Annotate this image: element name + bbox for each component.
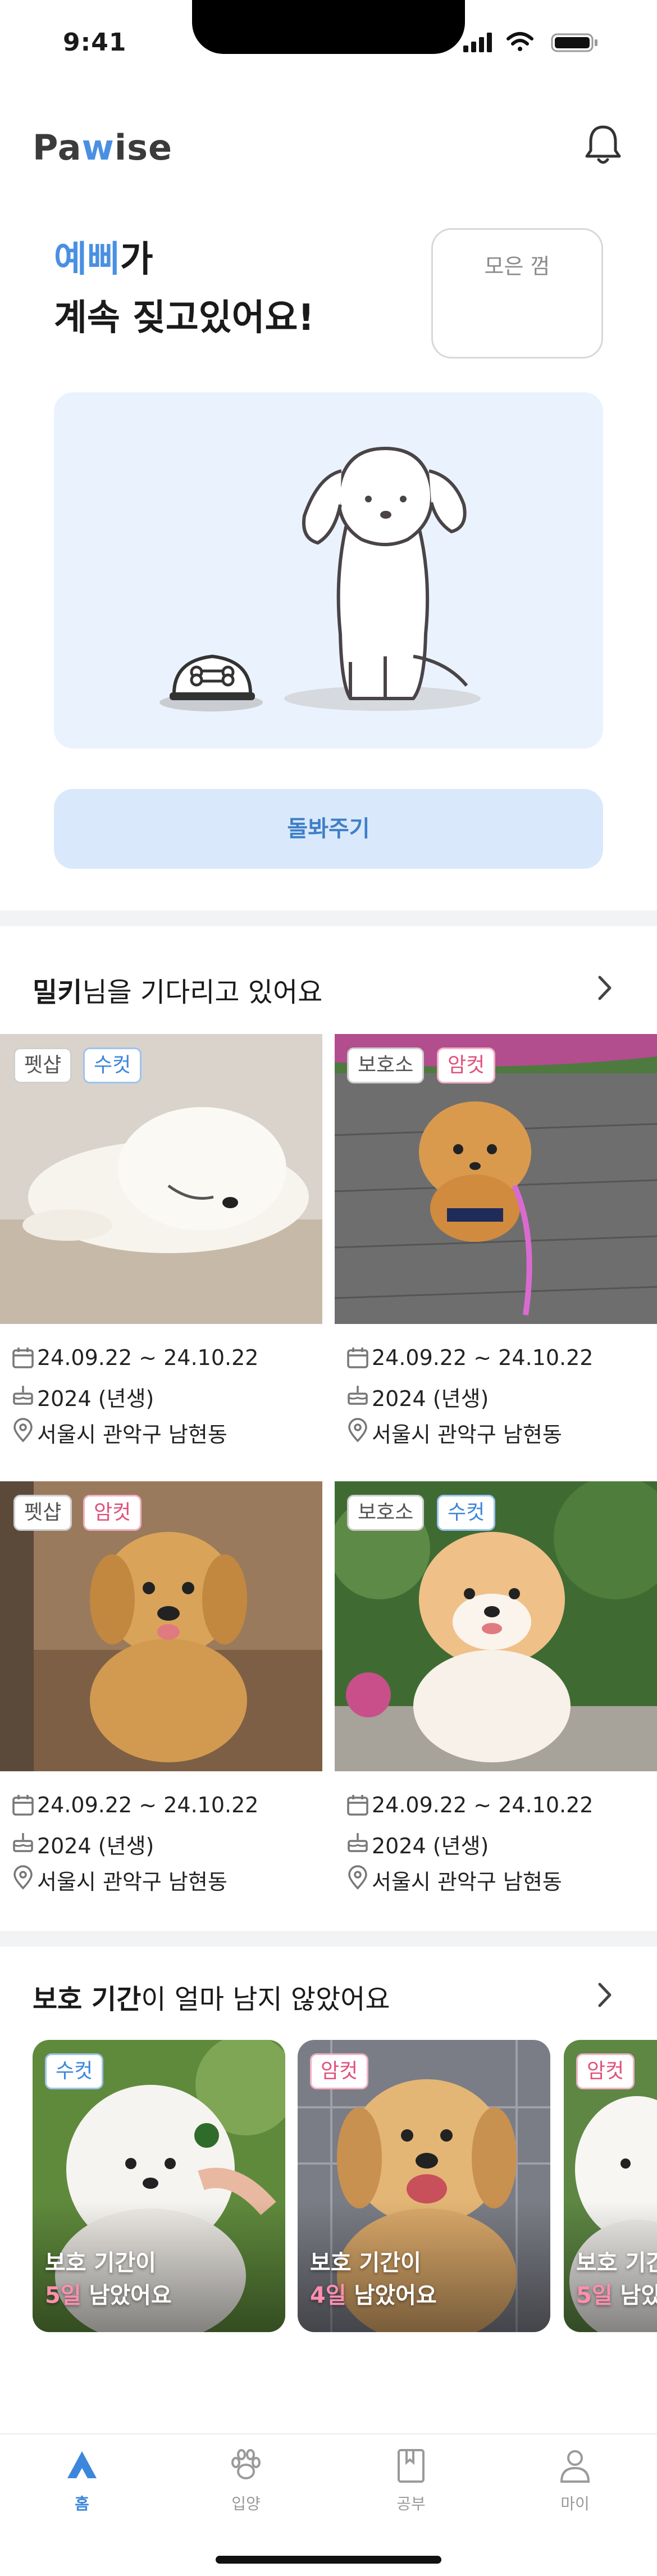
calendar-icon — [347, 1348, 368, 1368]
tag-source: 보호소 — [347, 1047, 425, 1083]
cake-icon — [348, 1833, 368, 1852]
status-bar: 9:41 — [0, 0, 657, 84]
remaining-caption: 보호 기간이 5일 남았어요 — [576, 2250, 657, 2309]
dog-illustration — [159, 447, 481, 711]
birth-line: 2024 (년생) — [348, 1381, 489, 1412]
pet-scene — [54, 392, 603, 749]
calendar-icon — [12, 1348, 34, 1368]
date-line: 24.09.22 ~ 24.10.22 — [12, 1793, 258, 1817]
urgent-pet-card[interactable]: 암컷 보호 기간이 4일 남았어요 — [298, 2040, 550, 2332]
person-icon — [560, 2450, 590, 2483]
battery-icon — [551, 33, 597, 52]
pet-card[interactable]: 보호소 수컷 24.09.22 ~ 24.10.22 2024 (년생) 서울시… — [335, 1481, 657, 1894]
location-line: 서울시 관악구 남현동 — [348, 1865, 562, 1895]
tag-source: 펫샵 — [13, 1495, 72, 1531]
date-line: 24.09.22 ~ 24.10.22 — [12, 1345, 258, 1370]
location-line: 서울시 관악구 남현동 — [348, 1417, 562, 1448]
wifi-icon — [507, 32, 533, 51]
status-icons — [463, 32, 597, 52]
food-bowl-icon — [170, 654, 255, 700]
tab-study[interactable]: 공부 — [361, 2446, 462, 2519]
waiting-more-chevron-icon[interactable] — [596, 974, 613, 1002]
device-notch — [192, 0, 465, 54]
cake-icon — [348, 1386, 368, 1405]
section-divider — [0, 1931, 657, 1947]
pet-name: 예삐 — [54, 239, 120, 280]
date-line: 24.09.22 ~ 24.10.22 — [347, 1793, 593, 1817]
tab-my[interactable]: 마이 — [524, 2446, 626, 2519]
location-pin-icon — [13, 1865, 33, 1890]
birth-line: 2024 (년생) — [13, 1829, 154, 1860]
calendar-icon — [347, 1795, 368, 1816]
location-line: 서울시 관악구 남현동 — [13, 1417, 227, 1448]
tag-gender: 암컷 — [576, 2053, 635, 2089]
tag-gender: 수컷 — [437, 1495, 496, 1531]
location-pin-icon — [348, 1418, 367, 1443]
home-indicator — [216, 2556, 441, 2564]
tab-adopt[interactable]: 입양 — [195, 2446, 296, 2519]
section-divider — [0, 910, 657, 926]
pet-card[interactable]: 펫샵 수컷 24.09.22 ~ 24.10.22 2024 (년생) 서울시 … — [0, 1034, 322, 1447]
tag-gender: 수컷 — [45, 2053, 104, 2089]
birth-line: 2024 (년생) — [13, 1381, 154, 1412]
signal-icon — [463, 33, 492, 52]
birth-line: 2024 (년생) — [348, 1829, 489, 1860]
calendar-icon — [12, 1795, 34, 1816]
tag-gender: 수컷 — [83, 1047, 142, 1083]
tag-source: 보호소 — [347, 1495, 425, 1531]
urgent-section-title: 보호 기간이 얼마 남지 않았어요 — [33, 1984, 390, 2015]
location-pin-icon — [348, 1865, 367, 1890]
remaining-caption: 보호 기간이 4일 남았어요 — [310, 2250, 437, 2309]
tag-gender: 암컷 — [83, 1495, 142, 1531]
cake-icon — [13, 1833, 33, 1852]
bottom-tab-bar: 홈 입양 공부 마이 — [0, 2433, 657, 2576]
location-pin-icon — [13, 1418, 33, 1443]
tag-gender: 암컷 — [310, 2053, 369, 2089]
hero-title: 예삐가 계속 짖고있어요! — [54, 239, 314, 339]
waiting-section-title: 밀키님을 기다리고 있어요 — [33, 977, 323, 1008]
collected-gum-box[interactable]: 모은 껌 — [431, 228, 603, 359]
date-line: 24.09.22 ~ 24.10.22 — [347, 1345, 593, 1370]
care-button[interactable]: 돌봐주기 — [54, 789, 603, 869]
notification-bell-icon[interactable] — [584, 124, 622, 166]
pet-card[interactable]: 펫샵 암컷 24.09.22 ~ 24.10.22 2024 (년생) 서울시 … — [0, 1481, 322, 1894]
location-line: 서울시 관악구 남현동 — [13, 1865, 227, 1895]
tab-home[interactable]: 홈 — [31, 2446, 133, 2519]
paw-icon — [231, 2449, 261, 2479]
home-icon — [67, 2451, 97, 2478]
book-icon — [398, 2449, 425, 2483]
urgent-pet-card[interactable]: 암컷 보호 기간이 5일 남았어요 — [564, 2040, 657, 2332]
tag-source: 펫샵 — [13, 1047, 72, 1083]
dog-icon — [302, 447, 468, 700]
app-logo: Pawise — [33, 127, 173, 168]
tag-gender: 암컷 — [437, 1047, 496, 1083]
remaining-caption: 보호 기간이 5일 남았어요 — [45, 2250, 172, 2309]
urgent-pet-card[interactable]: 수컷 보호 기간이 5일 남았어요 — [33, 2040, 285, 2332]
urgent-more-chevron-icon[interactable] — [596, 1981, 613, 2009]
status-time: 9:41 — [63, 28, 127, 57]
cake-icon — [13, 1386, 33, 1405]
pet-card[interactable]: 보호소 암컷 24.09.22 ~ 24.10.22 2024 (년생) 서울시… — [335, 1034, 657, 1447]
